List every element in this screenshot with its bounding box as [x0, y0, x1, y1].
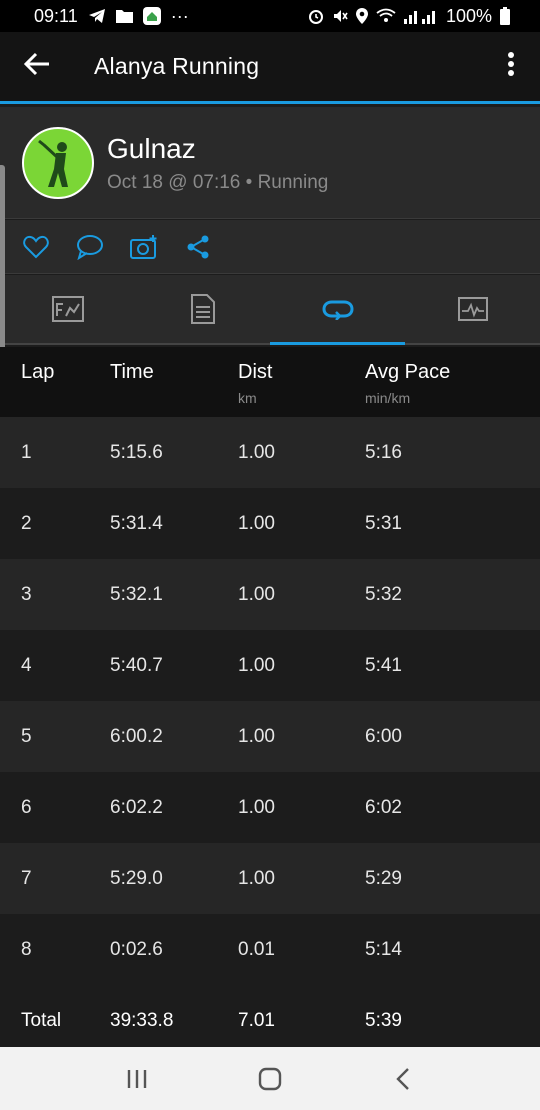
avatar[interactable] [22, 127, 94, 199]
lap-number: 5 [21, 726, 32, 747]
table-row: 7 5:29.0 1.00 5:29 [0, 843, 540, 914]
tab-overview[interactable] [0, 275, 135, 343]
lap-number: 3 [21, 584, 32, 605]
table-row: 2 5:31.4 1.00 5:31 [0, 488, 540, 559]
lap-time: 5:32.1 [110, 584, 163, 605]
header-avg-pace: Avg Pace [365, 361, 451, 383]
lap-number: 1 [21, 442, 32, 463]
table-row: 6 6:02.2 1.00 6:02 [0, 772, 540, 843]
scroll-indicator [0, 165, 5, 350]
action-bar [0, 220, 540, 274]
lap-number: 2 [21, 513, 32, 534]
golfer-avatar-icon [38, 139, 68, 187]
header-dist: Dist [238, 361, 273, 383]
header-lap: Lap [21, 361, 55, 383]
share-icon [187, 235, 209, 258]
lap-distance: 1.00 [238, 513, 275, 534]
wifi-icon [376, 8, 396, 24]
heart-icon [23, 235, 49, 258]
comment-button[interactable] [74, 231, 106, 263]
comment-bubble-icon [77, 234, 103, 260]
lap-time: 6:02.2 [110, 797, 163, 818]
lap-time: 5:29.0 [110, 868, 163, 889]
activity-date-type: Oct 18 @ 07:16 • Running [107, 172, 329, 193]
tab-bar [0, 275, 540, 345]
page-title: Alanya Running [94, 53, 260, 79]
lap-pace: 5:31 [365, 513, 402, 534]
more-vertical-icon [507, 51, 515, 82]
signal-icon [403, 8, 438, 24]
alarm-icon [308, 8, 324, 24]
like-button[interactable] [20, 231, 52, 263]
header-time: Time [110, 361, 154, 383]
table-row: 4 5:40.7 1.00 5:41 [0, 630, 540, 701]
chevron-left-icon [396, 1067, 410, 1090]
laps-loop-icon [321, 300, 354, 320]
status-more: ··· [170, 5, 189, 26]
lap-number: 7 [21, 868, 32, 889]
heart-rate-chart-icon [457, 297, 488, 321]
system-back-button[interactable] [373, 1054, 433, 1104]
lap-time: 5:40.7 [110, 655, 163, 676]
home-icon [258, 1067, 282, 1090]
tab-laps[interactable] [270, 275, 405, 345]
recent-apps-icon [127, 1069, 146, 1088]
user-name: Gulnaz [107, 133, 196, 164]
lap-pace: 6:00 [365, 726, 402, 747]
table-row: 5 6:00.2 1.00 6:00 [0, 701, 540, 772]
back-arrow-icon [23, 52, 50, 81]
status-bar: 09:11 ··· 100% [0, 0, 540, 32]
lap-number: 8 [21, 939, 32, 960]
table-row: 8 0:02.6 0.01 5:14 [0, 914, 540, 985]
add-photo-button[interactable] [128, 231, 160, 263]
lap-pace: 5:14 [365, 939, 402, 960]
battery-percent: 100% [445, 5, 492, 26]
camera-add-icon [130, 234, 157, 259]
lap-pace: 5:32 [365, 584, 402, 605]
lap-distance: 1.00 [238, 797, 275, 818]
app-bar: Alanya Running [0, 32, 540, 104]
back-button[interactable] [0, 31, 74, 103]
lap-pace: 5:29 [365, 868, 402, 889]
lap-number: 4 [21, 655, 32, 676]
table-row: 3 5:32.1 1.00 5:32 [0, 559, 540, 630]
header-pace-unit: min/km [365, 390, 411, 406]
lap-pace: 6:02 [365, 797, 402, 818]
system-nav-bar [0, 1047, 540, 1110]
lap-time: 5:31.4 [110, 513, 163, 534]
lap-time: 5:15.6 [110, 442, 163, 463]
lap-distance: 1.00 [238, 726, 275, 747]
activity-header: Gulnaz Oct 18 @ 07:16 • Running [0, 107, 540, 219]
lap-time: 0:02.6 [110, 939, 163, 960]
overview-chart-icon [51, 296, 84, 322]
table-row: 1 5:15.6 1.00 5:16 [0, 417, 540, 488]
lap-distance: 0.01 [238, 939, 275, 960]
share-button[interactable] [182, 231, 214, 263]
telegram-icon [88, 8, 106, 24]
battery-icon [500, 7, 510, 25]
lap-distance: 1.00 [238, 584, 275, 605]
total-row: Total 39:33.8 7.01 5:39 [0, 985, 540, 1047]
location-icon [355, 8, 368, 24]
lap-pace: 5:41 [365, 655, 402, 676]
lap-number: 6 [21, 797, 32, 818]
lap-distance: 1.00 [238, 655, 275, 676]
lap-pace: 5:16 [365, 442, 402, 463]
home-button[interactable] [240, 1054, 300, 1104]
tab-charts[interactable] [405, 275, 540, 343]
recent-apps-button[interactable] [107, 1054, 167, 1104]
lap-distance: 1.00 [238, 868, 275, 889]
lap-distance: 1.00 [238, 442, 275, 463]
folder-icon [115, 9, 133, 23]
home-app-icon [142, 7, 161, 25]
lap-time: 6:00.2 [110, 726, 163, 747]
header-dist-unit: km [238, 390, 257, 406]
overflow-menu-button[interactable] [482, 31, 540, 103]
tab-details[interactable] [135, 275, 270, 343]
mute-icon [332, 8, 348, 24]
laps-table-header: Lap Time Dist km Avg Pace min/km [0, 347, 540, 417]
document-list-icon [190, 294, 215, 324]
status-time: 09:11 [34, 5, 78, 26]
laps-table-body: 1 5:15.6 1.00 5:16 2 5:31.4 1.00 5:31 3 … [0, 417, 540, 985]
